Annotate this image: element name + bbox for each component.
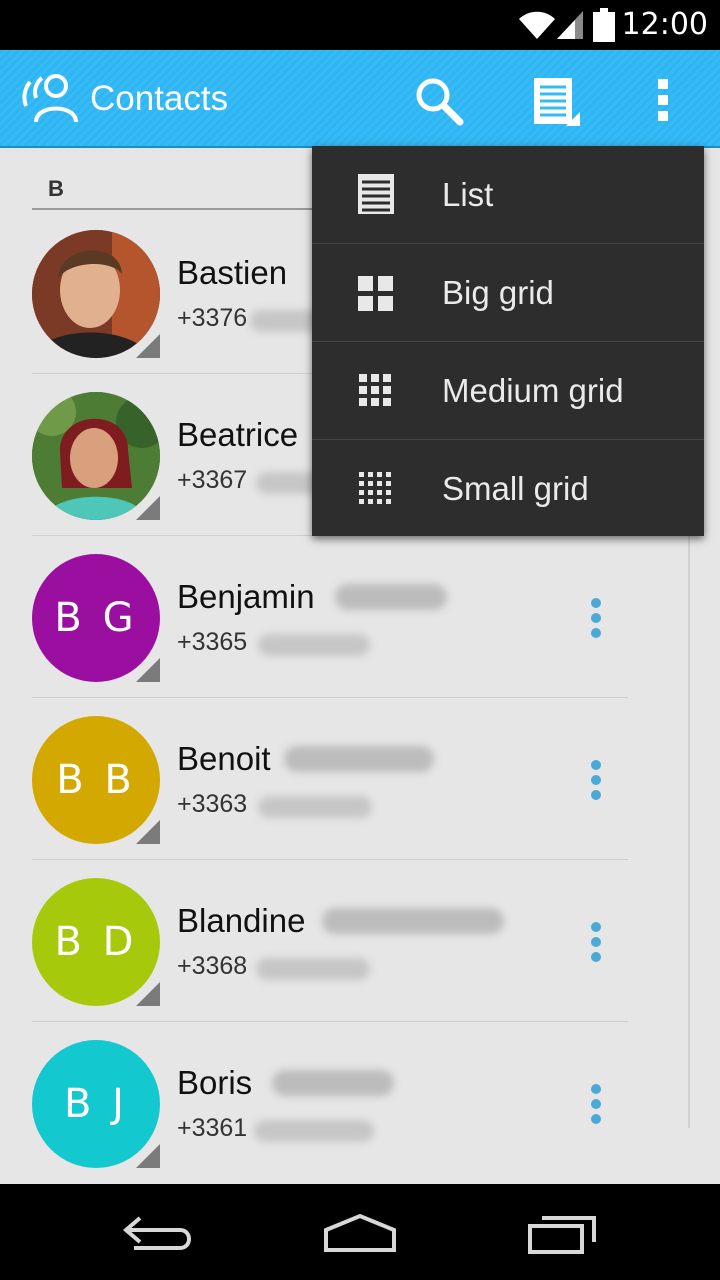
contact-row[interactable]: B J Boris +3361 <box>0 1022 690 1184</box>
quick-contact-badge <box>136 982 160 1006</box>
contact-name: Beatrice <box>177 416 299 453</box>
blurred-phone <box>258 634 370 656</box>
contact-phone: +3363 <box>177 790 248 818</box>
row-menu-button[interactable] <box>586 1084 606 1130</box>
menu-item-label: Small grid <box>442 470 589 507</box>
row-menu-button[interactable] <box>586 922 606 968</box>
back-icon[interactable] <box>120 1208 200 1258</box>
contact-name: Bastien <box>177 254 288 291</box>
battery-icon <box>593 8 615 42</box>
blurred-last-name <box>322 908 504 934</box>
home-icon[interactable] <box>320 1208 400 1258</box>
section-letter: B <box>48 176 64 201</box>
contact-name: Boris <box>177 1064 253 1101</box>
contacts-app-icon[interactable] <box>22 68 82 126</box>
blurred-last-name <box>335 584 447 610</box>
status-time: 12:00 <box>621 7 708 42</box>
contact-phone: +3365 <box>177 628 248 656</box>
list-view-icon <box>358 174 394 214</box>
menu-item-label: Big grid <box>442 274 554 311</box>
quick-contact-badge <box>136 334 160 358</box>
quick-contact-badge <box>136 496 160 520</box>
wifi-icon <box>519 11 555 39</box>
row-menu-button[interactable] <box>586 598 606 644</box>
search-icon[interactable] <box>414 76 464 126</box>
contact-name: Blandine <box>177 902 306 939</box>
row-menu-button[interactable] <box>586 760 606 806</box>
medium-grid-icon <box>359 374 391 406</box>
blurred-last-name <box>284 746 434 772</box>
signal-icon <box>557 11 583 39</box>
view-mode-icon[interactable] <box>530 74 582 128</box>
quick-contact-badge <box>136 820 160 844</box>
contact-name: Benoit <box>177 740 271 777</box>
view-mode-popup-menu: List Big grid Medium grid Small grid <box>312 146 704 536</box>
page-title: Contacts <box>90 79 229 118</box>
small-grid-icon <box>359 472 391 504</box>
big-grid-icon <box>358 276 393 311</box>
menu-item-medium-grid[interactable]: Medium grid <box>312 342 704 440</box>
contact-phone: +3367 <box>177 466 248 494</box>
blurred-phone <box>254 1120 374 1142</box>
action-bar: Contacts <box>0 50 720 148</box>
contact-phone: +3376 <box>177 304 248 332</box>
menu-item-label: List <box>442 176 494 213</box>
quick-contact-badge <box>136 1144 160 1168</box>
status-bar: 12:00 <box>0 0 720 50</box>
menu-item-small-grid[interactable]: Small grid <box>312 440 704 537</box>
blurred-last-name <box>272 1070 394 1096</box>
menu-item-list[interactable]: List <box>312 146 704 244</box>
contact-row[interactable]: B B Benoit +3363 <box>0 698 690 860</box>
contact-row[interactable]: B D Blandine +3368 <box>0 860 690 1022</box>
contact-phone: +3368 <box>177 952 248 980</box>
blurred-phone <box>258 796 372 818</box>
contact-name: Benjamin <box>177 578 315 615</box>
recent-apps-icon[interactable] <box>522 1208 602 1258</box>
quick-contact-badge <box>136 658 160 682</box>
menu-item-big-grid[interactable]: Big grid <box>312 244 704 342</box>
overflow-menu-icon[interactable] <box>650 77 676 123</box>
blurred-phone <box>256 958 370 980</box>
navigation-bar <box>0 1184 720 1280</box>
menu-item-label: Medium grid <box>442 372 624 409</box>
contact-phone: +3361 <box>177 1114 248 1142</box>
contact-row[interactable]: B G Benjamin +3365 <box>0 536 690 698</box>
